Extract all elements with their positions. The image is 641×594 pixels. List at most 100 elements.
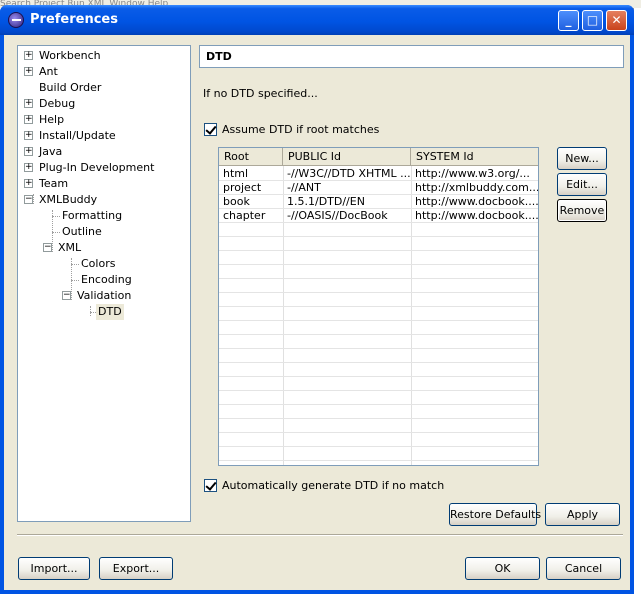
dialog-client-area: + Workbench + Ant Build Order + Debug + … [4, 35, 630, 590]
preference-tree[interactable]: + Workbench + Ant Build Order + Debug + … [17, 45, 191, 522]
remove-button[interactable]: Remove [557, 199, 607, 222]
assume-dtd-label: Assume DTD if root matches [222, 123, 380, 136]
cell-root: chapter [223, 209, 266, 222]
export-button[interactable]: Export... [99, 557, 173, 580]
empty-table-row [219, 433, 538, 447]
tree-item-label: Validation [77, 289, 132, 302]
tree-item-label: Plug-In Development [39, 161, 155, 174]
tree-item-install-update[interactable]: + Install/Update [18, 128, 188, 144]
empty-table-row [219, 307, 538, 321]
collapse-icon[interactable]: − [62, 291, 71, 300]
empty-table-row [219, 293, 538, 307]
tree-item-colors[interactable]: Colors [18, 256, 188, 272]
table-row[interactable]: book 1.5.1/DTD//EN http://www.docbook...… [219, 195, 538, 209]
expand-icon[interactable]: + [24, 163, 33, 172]
restore-defaults-button[interactable]: Restore Defaults [449, 503, 541, 526]
tree-item-label: Outline [62, 225, 102, 238]
maximize-button[interactable]: □ [582, 10, 603, 31]
empty-table-row [219, 405, 538, 419]
tree-item-label: Ant [39, 65, 58, 78]
close-button[interactable]: ✕ [606, 10, 627, 31]
ok-button[interactable]: OK [465, 557, 540, 580]
empty-table-row [219, 363, 538, 377]
table-header: Root PUBLIC Id SYSTEM Id [219, 148, 538, 166]
cell-root: book [223, 195, 250, 208]
tree-item-label: XMLBuddy [39, 193, 98, 206]
tree-item-java[interactable]: + Java [18, 144, 188, 160]
minimize-button[interactable]: _ [558, 10, 579, 31]
expand-icon[interactable]: + [24, 131, 33, 140]
tree-item-label: XML [58, 241, 82, 254]
dialog-separator [17, 534, 623, 536]
column-header-public-id[interactable]: PUBLIC Id [283, 148, 411, 166]
tree-item-xml[interactable]: − XML [18, 240, 188, 256]
auto-generate-dtd-label: Automatically generate DTD if no match [222, 479, 445, 492]
empty-table-row [219, 251, 538, 265]
cell-public-id: -//W3C//DTD XHTML ... [287, 167, 411, 180]
tree-item-encoding[interactable]: Encoding [18, 272, 188, 288]
cell-public-id: 1.5.1/DTD//EN [287, 195, 365, 208]
table-row[interactable]: project -//ANT http://xmlbuddy.com... [219, 181, 538, 195]
cell-root: project [223, 181, 262, 194]
expand-icon[interactable]: + [24, 51, 33, 60]
empty-table-row [219, 377, 538, 391]
tree-item-label: Workbench [39, 49, 101, 62]
empty-table-row [219, 279, 538, 293]
window-title: Preferences [30, 12, 118, 27]
collapse-icon[interactable]: − [43, 243, 52, 252]
tree-item-dtd[interactable]: DTD [18, 304, 188, 320]
cell-root: html [223, 167, 249, 180]
tree-item-label: Colors [81, 257, 116, 270]
cell-system-id: http://www.w3.org/... [415, 167, 530, 180]
edit-button[interactable]: Edit... [557, 173, 607, 196]
table-row[interactable]: chapter -//OASIS//DocBook http://www.doc… [219, 209, 538, 223]
empty-table-row [219, 335, 538, 349]
tree-item-team[interactable]: + Team [18, 176, 188, 192]
expand-icon[interactable]: + [24, 147, 33, 156]
page-title: DTD [199, 45, 624, 68]
tree-item-label: Java [39, 145, 63, 158]
tree-item-label: DTD [96, 304, 124, 320]
tree-item-plugin-development[interactable]: + Plug-In Development [18, 160, 188, 176]
assume-dtd-checkbox[interactable] [204, 123, 217, 136]
eclipse-icon [8, 12, 24, 28]
page-description: If no DTD specified... [203, 87, 318, 100]
tree-item-label: Debug [39, 97, 76, 110]
empty-table-row [219, 349, 538, 363]
tree-item-debug[interactable]: + Debug [18, 96, 188, 112]
tree-item-xmlbuddy[interactable]: − XMLBuddy [18, 192, 188, 208]
tree-item-validation[interactable]: − Validation [18, 288, 188, 304]
column-header-root[interactable]: Root [219, 148, 283, 166]
new-button[interactable]: New... [557, 147, 607, 170]
tree-item-label: Team [39, 177, 69, 190]
import-button[interactable]: Import... [18, 557, 90, 580]
tree-item-workbench[interactable]: + Workbench [18, 48, 188, 64]
auto-generate-dtd-checkbox[interactable] [204, 479, 217, 492]
cell-system-id: http://www.docbook.... [415, 195, 539, 208]
tree-item-label: Help [39, 113, 65, 126]
empty-table-row [219, 447, 538, 461]
empty-table-row [219, 461, 538, 465]
expand-icon[interactable]: + [24, 115, 33, 124]
cell-public-id: -//ANT [287, 181, 321, 194]
tree-item-label: Build Order [39, 81, 102, 94]
expand-icon[interactable]: + [24, 179, 33, 188]
preferences-dialog: Preferences _ □ ✕ + Workbench + Ant Buil… [0, 5, 634, 594]
empty-table-row [219, 237, 538, 251]
tree-item-formatting[interactable]: Formatting [18, 208, 188, 224]
table-row[interactable]: html -//W3C//DTD XHTML ... http://www.w3… [219, 167, 538, 181]
cancel-button[interactable]: Cancel [546, 557, 621, 580]
tree-item-build-order[interactable]: Build Order [18, 80, 188, 96]
tree-item-ant[interactable]: + Ant [18, 64, 188, 80]
background-right-edge [633, 8, 641, 594]
apply-button[interactable]: Apply [545, 503, 620, 526]
column-header-system-id[interactable]: SYSTEM Id [411, 148, 538, 166]
empty-table-row [219, 321, 538, 335]
tree-item-outline[interactable]: Outline [18, 224, 188, 240]
dtd-mapping-table[interactable]: Root PUBLIC Id SYSTEM Id html -//W3C//DT… [218, 147, 539, 466]
tree-item-help[interactable]: + Help [18, 112, 188, 128]
title-bar[interactable]: Preferences _ □ ✕ [0, 5, 634, 35]
collapse-icon[interactable]: − [24, 195, 33, 204]
expand-icon[interactable]: + [24, 99, 33, 108]
expand-icon[interactable]: + [24, 67, 33, 76]
